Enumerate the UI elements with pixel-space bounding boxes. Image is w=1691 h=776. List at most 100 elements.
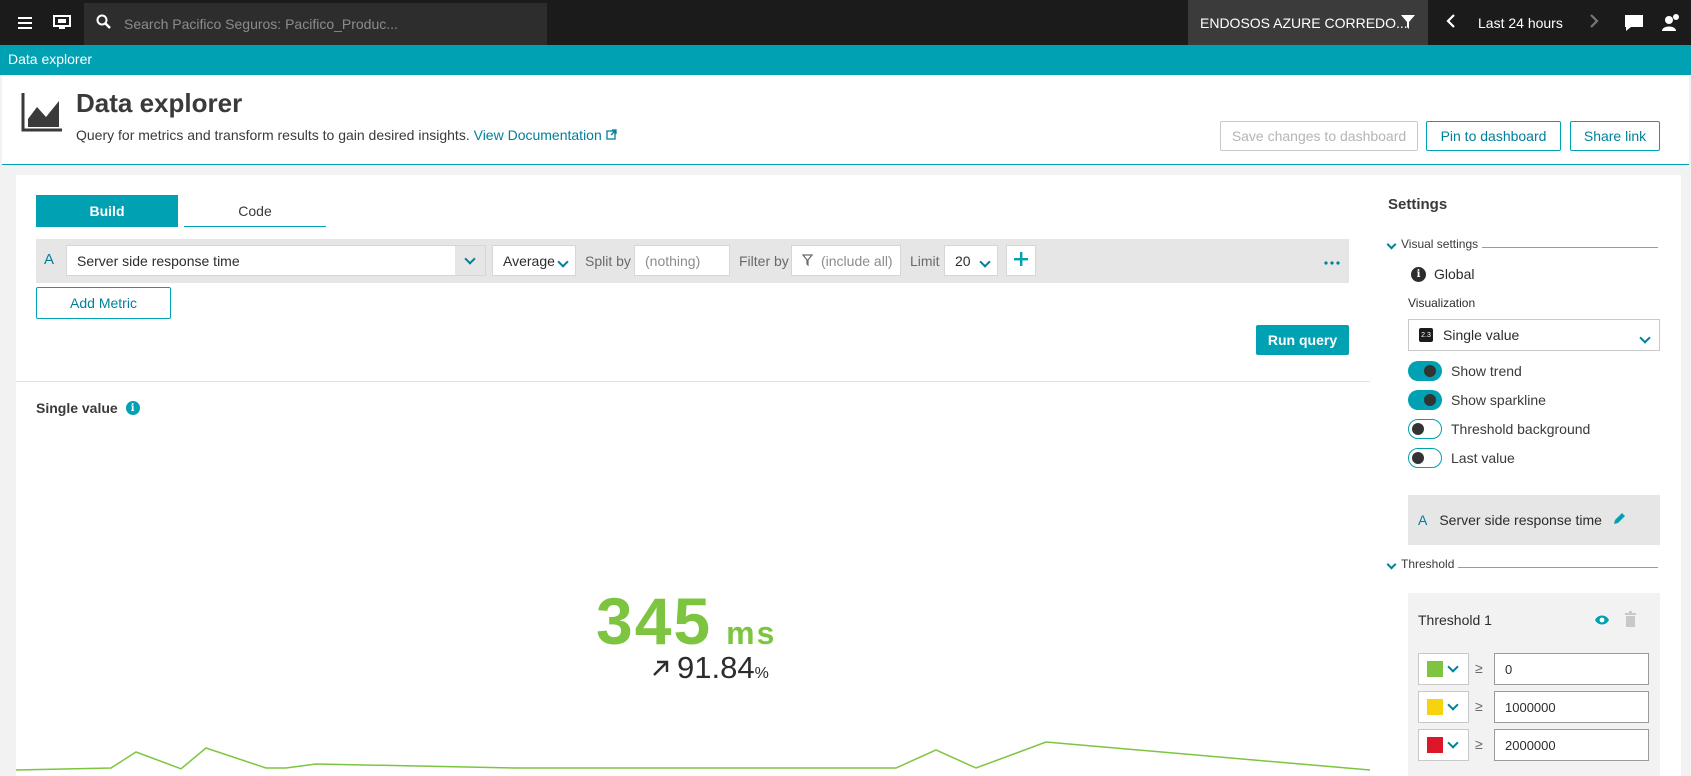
threshold-value-input[interactable]: 2000000 bbox=[1494, 729, 1649, 761]
threshold-value-input[interactable]: 0 bbox=[1494, 653, 1649, 685]
chevron-down-icon bbox=[1639, 329, 1651, 345]
threshold-header[interactable]: Threshold bbox=[1386, 557, 1658, 571]
chevron-down-icon[interactable] bbox=[1386, 237, 1397, 251]
threshold-row: ≥ 2000000 bbox=[1418, 729, 1649, 761]
dashboard-icon[interactable] bbox=[44, 0, 80, 45]
aggregation-value: Average bbox=[503, 252, 555, 269]
visualization-select[interactable]: 2.3 Single value bbox=[1408, 319, 1660, 351]
search-icon bbox=[96, 14, 112, 35]
filter-by-label: Filter by bbox=[739, 253, 789, 269]
visual-settings-label: Visual settings bbox=[1401, 237, 1479, 251]
chevron-down-icon bbox=[557, 253, 569, 269]
visualization-value: Single value bbox=[1443, 327, 1520, 343]
greater-equal-icon: ≥ bbox=[1475, 736, 1483, 752]
management-zone-selector[interactable]: ENDOSOS AZURE CORREDO... bbox=[1188, 0, 1428, 45]
sparkline bbox=[16, 741, 1370, 771]
share-link-button[interactable]: Share link bbox=[1570, 121, 1660, 151]
info-icon[interactable]: i bbox=[125, 401, 140, 415]
metric-letter: A bbox=[1418, 512, 1428, 528]
trend-unit: % bbox=[754, 665, 769, 682]
timeframe-selector[interactable]: Last 24 hours bbox=[1428, 0, 1608, 45]
timeframe-next-icon[interactable] bbox=[1589, 13, 1599, 32]
pin-to-dashboard-button[interactable]: Pin to dashboard bbox=[1426, 121, 1561, 151]
chevron-down-icon[interactable] bbox=[1386, 557, 1397, 571]
show-trend-toggle[interactable] bbox=[1408, 361, 1442, 381]
threshold-value-input[interactable]: 1000000 bbox=[1494, 691, 1649, 723]
timeframe-label[interactable]: Last 24 hours bbox=[1478, 15, 1563, 31]
trash-icon[interactable] bbox=[1624, 611, 1637, 632]
tab-code[interactable]: Code bbox=[184, 195, 326, 227]
threshold-color-select[interactable] bbox=[1418, 653, 1469, 685]
save-to-dashboard-button[interactable]: Save changes to dashboard bbox=[1220, 121, 1418, 151]
split-by-label: Split by bbox=[585, 253, 631, 269]
show-trend-label: Show trend bbox=[1451, 363, 1522, 379]
metric-selector[interactable]: Server side response time bbox=[66, 245, 486, 276]
trend-indicator: 91.84 % bbox=[651, 650, 769, 686]
limit-label: Limit bbox=[910, 253, 940, 269]
timeframe-prev-icon[interactable] bbox=[1446, 13, 1456, 32]
filter-value: (include all) bbox=[821, 252, 893, 269]
edit-icon[interactable] bbox=[1612, 512, 1626, 529]
global-scope: i Global bbox=[1411, 266, 1474, 282]
trend-value: 91.84 bbox=[677, 650, 755, 685]
query-row: A Server side response time Average Spli… bbox=[36, 239, 1349, 283]
description-text: Query for metrics and transform results … bbox=[76, 127, 470, 143]
management-zone-label: ENDOSOS AZURE CORREDO... bbox=[1200, 14, 1408, 31]
top-nav-bar: ENDOSOS AZURE CORREDO... Last 24 hours bbox=[0, 0, 1691, 45]
limit-value: 20 bbox=[955, 252, 971, 269]
external-link-icon[interactable] bbox=[606, 127, 617, 143]
single-value-icon: 2.3 bbox=[1419, 328, 1433, 342]
threshold-color-select[interactable] bbox=[1418, 729, 1469, 761]
add-query-button[interactable] bbox=[1006, 245, 1036, 276]
filter-icon bbox=[801, 253, 814, 269]
metric-value: Server side response time bbox=[77, 252, 240, 269]
breadcrumb-item[interactable]: Data explorer bbox=[8, 51, 92, 67]
page-header: Data explorer Query for metrics and tran… bbox=[2, 75, 1689, 165]
metric-settings-card[interactable]: A Server side response time bbox=[1408, 495, 1660, 545]
visual-settings-header[interactable]: Visual settings bbox=[1386, 237, 1658, 251]
divider bbox=[1458, 566, 1658, 568]
tab-build[interactable]: Build bbox=[36, 195, 178, 227]
split-by-field[interactable]: (nothing) bbox=[634, 245, 730, 276]
chevron-down-icon bbox=[979, 253, 991, 269]
user-icon[interactable] bbox=[1656, 0, 1684, 45]
breadcrumb: Data explorer bbox=[0, 45, 1691, 75]
visualization-label: Visualization bbox=[1408, 296, 1476, 310]
filter-by-field[interactable]: (include all) bbox=[791, 245, 901, 276]
show-sparkline-label: Show sparkline bbox=[1451, 392, 1546, 408]
view-documentation-link[interactable]: View Documentation bbox=[474, 127, 617, 143]
trend-up-icon bbox=[651, 650, 671, 686]
run-query-button[interactable]: Run query bbox=[1256, 325, 1349, 355]
search-bar[interactable] bbox=[84, 3, 547, 45]
search-input[interactable] bbox=[124, 16, 524, 32]
more-options-icon[interactable] bbox=[1324, 253, 1340, 271]
last-value-toggle[interactable] bbox=[1408, 448, 1442, 468]
color-swatch bbox=[1427, 737, 1443, 753]
threshold-background-toggle[interactable] bbox=[1408, 419, 1442, 439]
threshold-head-label: Threshold bbox=[1401, 557, 1455, 571]
menu-icon[interactable] bbox=[8, 0, 44, 45]
threshold-title: Threshold 1 bbox=[1418, 612, 1492, 628]
add-metric-button[interactable]: Add Metric bbox=[36, 287, 171, 319]
threshold-row: ≥ 1000000 bbox=[1418, 691, 1649, 723]
chat-icon[interactable] bbox=[1620, 0, 1648, 45]
aggregation-select[interactable]: Average bbox=[492, 245, 576, 276]
show-sparkline-toggle[interactable] bbox=[1408, 390, 1442, 410]
chevron-down-icon[interactable] bbox=[455, 246, 485, 275]
settings-panel: Settings Visual settings i Global Visual… bbox=[1370, 175, 1681, 776]
limit-select[interactable]: 20 bbox=[944, 245, 998, 276]
documentation-link-label[interactable]: View Documentation bbox=[474, 127, 602, 143]
global-label: Global bbox=[1434, 266, 1475, 282]
threshold-color-select[interactable] bbox=[1418, 691, 1469, 723]
last-value-label: Last value bbox=[1451, 450, 1515, 466]
filter-icon[interactable] bbox=[1400, 13, 1416, 34]
page-description: Query for metrics and transform results … bbox=[76, 127, 617, 143]
info-icon: i bbox=[1411, 266, 1426, 282]
query-letter: A bbox=[44, 251, 55, 268]
color-swatch bbox=[1427, 661, 1443, 677]
eye-icon[interactable] bbox=[1594, 613, 1610, 631]
sparkline-path bbox=[16, 741, 1370, 771]
settings-title: Settings bbox=[1388, 196, 1448, 213]
query-panel: Build Code A Server side response time A… bbox=[16, 175, 1370, 776]
plus-icon bbox=[1014, 252, 1028, 269]
